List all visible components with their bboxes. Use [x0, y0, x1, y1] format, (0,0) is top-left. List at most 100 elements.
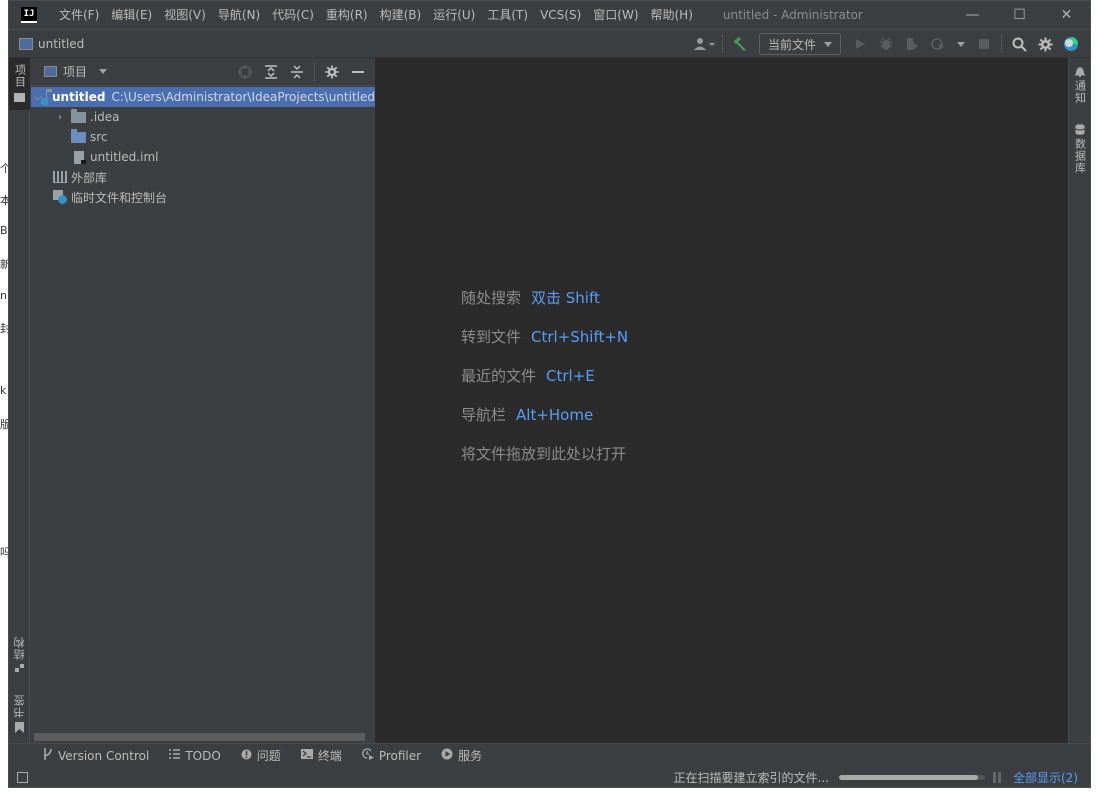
run-icon[interactable]: [847, 32, 873, 56]
select-opened-file-icon[interactable]: [232, 61, 258, 83]
menu-window[interactable]: 窗口(W): [587, 1, 644, 29]
maximize-icon: ☐: [1013, 7, 1026, 23]
search-icon[interactable]: [1006, 32, 1032, 56]
tool-window-services[interactable]: 服务: [441, 747, 482, 764]
menu-navigate[interactable]: 导航(N): [212, 1, 266, 29]
show-all-processes-link[interactable]: 全部显示(2): [1013, 769, 1078, 786]
project-tree: ⌵ untitled C:\Users\Administrator\IdeaPr…: [31, 86, 375, 207]
database-tab-label: 数据库: [1073, 138, 1087, 174]
tool-window-terminal[interactable]: 终端: [300, 747, 342, 764]
menu-edit[interactable]: 编辑(E): [105, 1, 158, 29]
tool-window-bookmarks-tab[interactable]: 书签: [9, 694, 30, 740]
stop-icon[interactable]: [971, 32, 997, 56]
desktop-text-fragment: k: [0, 384, 7, 397]
tree-node-untitled[interactable]: ⌵ untitled C:\Users\Administrator\IdeaPr…: [31, 87, 375, 107]
menu-view[interactable]: 视图(V): [158, 1, 212, 29]
toolbar-separator: [314, 63, 315, 81]
desktop-text-fragment: 新: [0, 258, 8, 271]
tree-node-external-libraries[interactable]: 外部库: [31, 167, 375, 187]
tree-node-label: untitled.iml: [90, 150, 159, 164]
close-button[interactable]: ✕: [1043, 1, 1090, 29]
chevron-down-icon: [824, 41, 832, 47]
debug-icon[interactable]: [873, 32, 899, 56]
menu-file[interactable]: 文件(F): [53, 1, 105, 29]
status-bar-right: 正在扫描要建立索引的文件... 全部显示(2): [674, 767, 1078, 787]
tool-window-structure-tab[interactable]: 结构: [9, 636, 30, 682]
hint-shortcut: 双击 Shift: [531, 289, 600, 307]
indexing-status-text[interactable]: 正在扫描要建立索引的文件...: [674, 769, 829, 786]
hint-label: 随处搜索: [461, 289, 522, 307]
indexing-progress-bar: [839, 774, 985, 780]
project-view-icon: [44, 66, 57, 77]
tool-window-database-tab[interactable]: 数据库: [1069, 124, 1090, 180]
tree-node-idea[interactable]: › .idea: [31, 107, 375, 127]
settings-icon[interactable]: [319, 61, 345, 83]
desktop-text-fragment: 本: [0, 194, 8, 207]
expand-all-icon[interactable]: [258, 61, 284, 83]
coverage-icon[interactable]: [899, 32, 925, 56]
left-tool-stripe: 项目 结构 书签: [9, 58, 30, 743]
build-hammer-icon[interactable]: [727, 32, 753, 56]
tool-window-label: 服务: [458, 749, 483, 763]
tool-window-todo[interactable]: TODO: [169, 748, 221, 763]
notifications-tab-label: 通知: [1073, 80, 1087, 104]
tree-node-scratches[interactable]: 临时文件和控制台: [31, 187, 375, 207]
run-configuration-dropdown[interactable]: 当前文件: [758, 33, 841, 55]
breadcrumb-project[interactable]: untitled: [38, 37, 84, 51]
pause-indexing-icon[interactable]: [993, 771, 1001, 783]
toolbar-separator: [721, 35, 723, 53]
window-title: untitled - Administrator: [722, 8, 863, 22]
tree-node-label: untitled: [51, 90, 106, 104]
toggle-tool-windows-icon[interactable]: [17, 771, 28, 783]
profiler-icon: [361, 748, 374, 763]
window-controls: — ☐ ✕: [949, 1, 1090, 29]
tool-window-label: 终端: [317, 749, 342, 763]
horizontal-scrollbar[interactable]: [34, 733, 365, 741]
maximize-button[interactable]: ☐: [996, 1, 1043, 29]
tool-window-label: Version Control: [58, 748, 150, 763]
ide-window: IJ 文件(F) 编辑(E) 视图(V) 导航(N) 代码(C) 重构(R) 构…: [8, 0, 1091, 788]
collapse-all-icon[interactable]: [284, 61, 310, 83]
tool-window-label: TODO: [185, 748, 221, 763]
desktop-text-fragment: 封: [0, 322, 8, 335]
desktop-text-fragment: B: [0, 224, 8, 237]
tool-window-problems[interactable]: 问题: [241, 747, 281, 764]
hint-goto-file: 转到文件 Ctrl+Shift+N: [461, 317, 628, 356]
tool-window-project-tab[interactable]: 项目: [9, 58, 30, 110]
hide-panel-icon[interactable]: [345, 61, 371, 83]
minimize-button[interactable]: —: [949, 1, 996, 29]
tool-window-version-control[interactable]: Version Control: [43, 748, 149, 763]
database-icon: [1074, 124, 1085, 135]
hint-search-everywhere: 随处搜索 双击 Shift: [461, 278, 628, 317]
project-tool-window: 项目 ⌵ untitled C:\Users\Administrator\Ide…: [31, 58, 376, 743]
structure-tab-label: 结构: [12, 636, 26, 660]
chevron-right-icon[interactable]: ›: [53, 112, 67, 123]
branch-icon: [43, 748, 53, 763]
chevron-down-icon[interactable]: [957, 41, 965, 47]
menu-build[interactable]: 构建(B): [374, 1, 428, 29]
desktop-text-fragment: 版: [0, 418, 8, 431]
tool-window-notifications-tab[interactable]: 通知: [1069, 66, 1090, 114]
project-panel-title[interactable]: 项目: [63, 63, 87, 80]
status-bar: 正在扫描要建立索引的文件... 全部显示(2): [9, 767, 1090, 787]
project-tab-label: 项目: [13, 64, 27, 88]
chevron-down-icon[interactable]: [99, 69, 108, 74]
main-toolbar: 当前文件: [692, 30, 1084, 58]
menu-vcs[interactable]: VCS(S): [534, 1, 587, 29]
jetbrains-toolbox-icon[interactable]: [1058, 32, 1084, 56]
menu-run[interactable]: 运行(U): [427, 1, 481, 29]
tree-node-iml[interactable]: untitled.iml: [31, 147, 375, 167]
profile-icon[interactable]: [925, 32, 951, 56]
menu-code[interactable]: 代码(C): [266, 1, 320, 29]
tool-window-profiler[interactable]: Profiler: [361, 748, 421, 763]
problems-icon: [241, 749, 252, 763]
toolbar-separator: [1001, 35, 1002, 53]
terminal-icon: [300, 749, 313, 762]
tree-node-src[interactable]: src: [31, 127, 375, 147]
settings-icon[interactable]: [1032, 32, 1058, 56]
menu-help[interactable]: 帮助(H): [645, 1, 699, 29]
menu-tools[interactable]: 工具(T): [481, 1, 534, 29]
user-icon[interactable]: [692, 32, 718, 56]
hint-shortcut: Alt+Home: [516, 405, 594, 424]
menu-refactor[interactable]: 重构(R): [320, 1, 374, 29]
